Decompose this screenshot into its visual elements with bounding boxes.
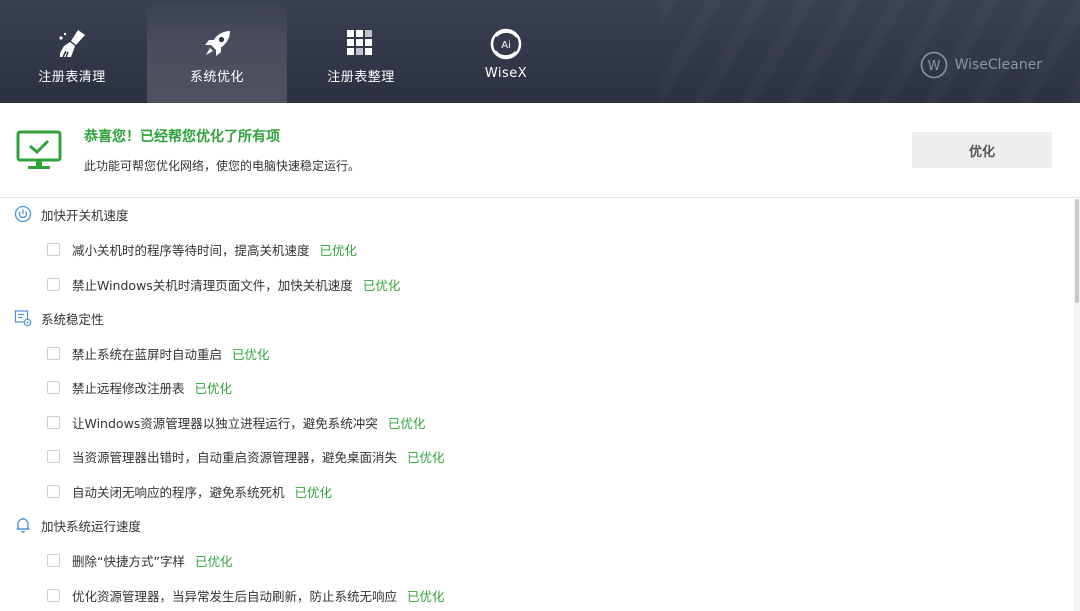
tab-registry-cleaner[interactable]: 注册表清理 [2, 0, 142, 103]
status-badge: 已优化 [362, 277, 401, 293]
tab-system-optimize[interactable]: 系统优化 [147, 0, 287, 103]
scrollbar-thumb[interactable] [1075, 199, 1079, 303]
status-badge: 已优化 [232, 346, 270, 362]
list-item[interactable]: 当资源管理器出错时，自动重启资源管理器，避免桌面消失 已优化 [47, 446, 445, 466]
tab-wisex[interactable]: Ai WiseX [436, 0, 576, 103]
list-item[interactable]: 优化资源管理器，当异常发生后自动刷新，防止系统无响应 已优化 [47, 585, 445, 605]
section-title: 系统稳定性 [41, 311, 104, 327]
svg-text:Ai: Ai [501, 40, 511, 51]
list-item[interactable]: 让Windows资源管理器以独立进程运行，避免系统冲突 已优化 [47, 412, 425, 432]
status-badge: 已优化 [387, 415, 426, 431]
bell-icon [14, 516, 32, 534]
top-navigation-bar: 注册表清理 系统优化 注册表整理 Ai WiseX W WiseCleaner [0, 0, 1080, 103]
status-badge: 已优化 [407, 449, 445, 465]
vertical-scrollbar[interactable] [1074, 199, 1080, 611]
section-header-run-speed: 加快系统运行速度 [14, 514, 141, 536]
list-item[interactable]: 禁止Windows关机时清理页面文件，加快关机速度 已优化 [47, 274, 400, 294]
list-item[interactable]: 删除“快捷方式”字样 已优化 [47, 550, 232, 570]
list-item[interactable]: 减小关机时的程序等待时间，提高关机速度 已优化 [47, 239, 357, 259]
optimize-button[interactable]: 优化 [912, 132, 1052, 168]
item-checkbox[interactable] [47, 346, 60, 360]
tab-label: 注册表清理 [38, 70, 106, 85]
wisecleaner-logo-icon: W [920, 51, 947, 79]
summary-title: 恭喜您！已经帮您优化了所有项 [84, 129, 280, 145]
item-label: 禁止远程修改注册表 [72, 380, 185, 396]
tab-label: 注册表整理 [327, 70, 395, 85]
item-checkbox[interactable] [47, 553, 60, 567]
section-title: 加快开关机速度 [41, 207, 129, 223]
status-badge: 已优化 [294, 484, 333, 500]
item-label: 让Windows资源管理器以独立进程运行，避免系统冲突 [72, 415, 378, 431]
item-label: 优化资源管理器，当异常发生后自动刷新，防止系统无响应 [72, 588, 398, 604]
item-checkbox[interactable] [47, 380, 60, 394]
list-item[interactable]: 自动关闭无响应的程序，避免系统死机 已优化 [47, 481, 332, 501]
section-title: 加快系统运行速度 [41, 518, 142, 534]
tab-registry-defrag[interactable]: 注册表整理 [291, 0, 431, 103]
monitor-check-icon [16, 130, 62, 169]
brand-name: WiseCleaner [954, 57, 1042, 73]
item-checkbox[interactable] [47, 277, 60, 291]
status-badge: 已优化 [319, 242, 358, 258]
optimization-summary-header: 恭喜您！已经帮您优化了所有项 此功能可帮您优化网络，使您的电脑快速稳定运行。 优… [0, 103, 1080, 198]
grid-icon [343, 26, 379, 62]
status-badge: 已优化 [194, 553, 233, 569]
item-label: 禁止Windows关机时清理页面文件，加快关机速度 [72, 277, 353, 293]
tab-label: WiseX [484, 66, 528, 81]
item-checkbox[interactable] [47, 484, 60, 498]
item-checkbox[interactable] [47, 242, 60, 256]
item-checkbox[interactable] [47, 449, 60, 463]
broom-icon [54, 26, 90, 62]
optimization-list: 加快开关机速度 减小关机时的程序等待时间，提高关机速度 已优化 禁止Window… [0, 199, 1078, 611]
status-badge: 已优化 [407, 588, 445, 604]
list-item[interactable]: 禁止远程修改注册表 已优化 [47, 377, 232, 397]
power-icon [14, 205, 32, 223]
brand-logo: W WiseCleaner [919, 50, 1042, 80]
section-header-stability: 系统稳定性 [14, 307, 104, 329]
item-label: 减小关机时的程序等待时间，提高关机速度 [72, 242, 310, 258]
item-checkbox[interactable] [47, 415, 60, 429]
tab-label: 系统优化 [189, 70, 244, 85]
wisex-ai-icon: Ai [488, 26, 524, 62]
item-label: 当资源管理器出错时，自动重启资源管理器，避免桌面消失 [72, 449, 398, 465]
item-label: 禁止系统在蓝屏时自动重启 [72, 346, 223, 362]
list-item[interactable]: 禁止系统在蓝屏时自动重启 已优化 [47, 343, 270, 363]
item-label: 删除“快捷方式”字样 [72, 553, 185, 569]
item-checkbox[interactable] [47, 588, 60, 602]
status-badge: 已优化 [194, 380, 233, 396]
summary-subtitle: 此功能可帮您优化网络，使您的电脑快速稳定运行。 [84, 159, 361, 173]
stability-settings-icon [14, 309, 32, 327]
section-header-boot-speed: 加快开关机速度 [14, 203, 129, 225]
rocket-icon [199, 26, 235, 62]
svg-text:W: W [927, 59, 940, 74]
item-label: 自动关闭无响应的程序，避免系统死机 [72, 484, 285, 500]
